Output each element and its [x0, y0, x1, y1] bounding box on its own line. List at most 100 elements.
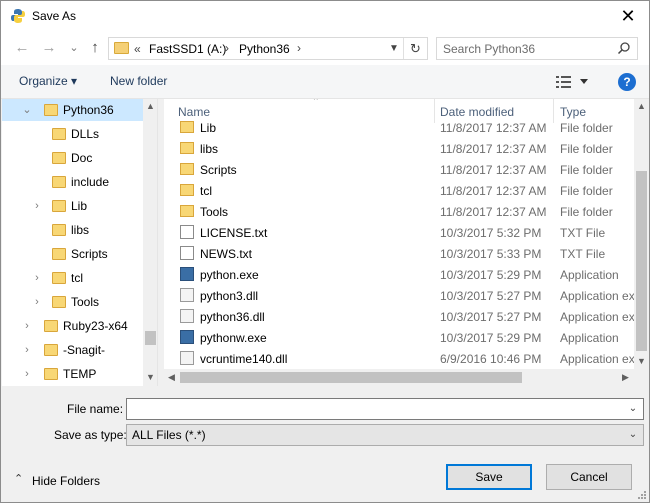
- tree-item[interactable]: › -Snagit-: [2, 339, 143, 361]
- resize-grip-icon[interactable]: [637, 490, 647, 500]
- chevron-right-icon[interactable]: ›: [31, 295, 43, 309]
- file-date-modified: 10/3/2017 5:27 PM: [440, 310, 542, 324]
- folder-icon: [52, 200, 66, 212]
- application-icon: [180, 330, 194, 344]
- file-row[interactable]: vcruntime140.dll 6/9/2016 10:46 PM Applica…: [164, 348, 634, 369]
- file-date-modified: 10/3/2017 5:29 PM: [440, 268, 542, 282]
- chevron-right-icon[interactable]: ›: [21, 319, 33, 333]
- chevron-right-icon[interactable]: [31, 127, 43, 141]
- tree-item-label: Tools: [71, 295, 100, 309]
- chevron-down-icon[interactable]: ⌄: [21, 103, 33, 117]
- filename-input[interactable]: [130, 401, 620, 417]
- chevron-right-icon[interactable]: ›: [21, 367, 33, 381]
- scrollbar-thumb[interactable]: [636, 171, 647, 351]
- folder-icon: [52, 224, 66, 236]
- tree-item-label: TEMP: [63, 367, 97, 381]
- chevron-down-icon[interactable]: ⌄: [626, 428, 640, 442]
- chevron-right-icon[interactable]: [31, 175, 43, 189]
- file-name: Tools: [200, 205, 229, 219]
- tree-item[interactable]: › Tools: [2, 291, 143, 313]
- tree-item[interactable]: include: [2, 171, 143, 193]
- back-button[interactable]: ←: [12, 38, 32, 58]
- file-row[interactable]: LICENSE.txt 10/3/2017 5:32 PM TXT File: [164, 222, 634, 243]
- up-button[interactable]: ↑: [85, 38, 105, 58]
- save-button[interactable]: Save: [446, 464, 532, 490]
- file-type: File folder: [560, 142, 613, 156]
- scroll-up-arrow[interactable]: ▲: [634, 99, 649, 114]
- hide-folders-button[interactable]: ⌃ Hide Folders: [12, 472, 112, 490]
- new-folder-button[interactable]: New folder: [110, 74, 167, 88]
- navigation-pane[interactable]: ⌄ Python36 DLLs Doc include › Lib libs Scripts › t…: [2, 99, 158, 386]
- tree-item[interactable]: › Ruby23-x64: [2, 315, 143, 337]
- chevron-down-icon[interactable]: ⌄: [626, 402, 640, 416]
- breadcrumb-overflow[interactable]: «: [134, 42, 141, 56]
- folder-icon: [52, 152, 66, 164]
- folder-icon: [44, 320, 58, 332]
- file-row[interactable]: python36.dll 10/3/2017 5:27 PM Application…: [164, 306, 634, 327]
- breadcrumb-folder[interactable]: Python36: [239, 42, 290, 56]
- search-input[interactable]: [443, 40, 613, 57]
- navigation-pane-scrollbar[interactable]: ▲ ▼: [143, 99, 157, 386]
- file-type: Application ex: [560, 310, 634, 324]
- cancel-button[interactable]: Cancel: [546, 464, 632, 490]
- tree-item[interactable]: › Lib: [2, 195, 143, 217]
- chevron-right-icon[interactable]: ›: [31, 199, 43, 213]
- file-row[interactable]: python.exe 10/3/2017 5:29 PM Application: [164, 264, 634, 285]
- breadcrumb-separator[interactable]: ›: [225, 41, 229, 55]
- chevron-right-icon[interactable]: ›: [31, 271, 43, 285]
- help-icon[interactable]: ?: [618, 73, 636, 91]
- refresh-icon[interactable]: ↻: [403, 38, 427, 59]
- chevron-right-icon[interactable]: [31, 247, 43, 261]
- tree-item[interactable]: › tcl: [2, 267, 143, 289]
- breadcrumb-separator[interactable]: ›: [297, 41, 301, 55]
- file-row[interactable]: Scripts 11/8/2017 12:37 AM File folder: [164, 159, 634, 180]
- file-row[interactable]: libs 11/8/2017 12:37 AM File folder: [164, 138, 634, 159]
- close-button[interactable]: ✕: [613, 3, 643, 29]
- tree-item[interactable]: Scripts: [2, 243, 143, 265]
- file-list[interactable]: ⌃ Name Date modified Type Lib 11/8/2017 1…: [164, 99, 649, 386]
- scroll-left-arrow[interactable]: ◀: [164, 370, 179, 385]
- tree-item[interactable]: › TEMP: [2, 363, 143, 385]
- scroll-up-arrow[interactable]: ▲: [143, 99, 157, 114]
- file-row[interactable]: NEWS.txt 10/3/2017 5:33 PM TXT File: [164, 243, 634, 264]
- savetype-label: Save as type:: [54, 428, 127, 442]
- address-bar[interactable]: « FastSSD1 (A:) › Python36 › ▼ ↻: [108, 37, 428, 60]
- scroll-right-arrow[interactable]: ▶: [618, 370, 633, 385]
- chevron-right-icon[interactable]: ›: [21, 343, 33, 357]
- recent-locations-button[interactable]: ⌄: [64, 38, 84, 58]
- folder-icon: [52, 248, 66, 260]
- chevron-right-icon[interactable]: [31, 151, 43, 165]
- file-row[interactable]: Lib 11/8/2017 12:37 AM File folder: [164, 117, 634, 138]
- file-name: python36.dll: [200, 310, 265, 324]
- file-list-vertical-scrollbar[interactable]: ▲ ▼: [634, 99, 649, 386]
- file-row[interactable]: tcl 11/8/2017 12:37 AM File folder: [164, 180, 634, 201]
- address-dropdown-icon[interactable]: ▼: [385, 38, 403, 59]
- scroll-down-arrow[interactable]: ▼: [143, 370, 157, 385]
- file-type: Application: [560, 331, 619, 345]
- file-row[interactable]: pythonw.exe 10/3/2017 5:29 PM Application: [164, 327, 634, 348]
- file-type: Application: [560, 268, 619, 282]
- file-name: python.exe: [200, 268, 259, 282]
- tree-item[interactable]: ⌄ Python36: [2, 99, 143, 121]
- forward-button[interactable]: →: [39, 38, 59, 58]
- breadcrumb-drive[interactable]: FastSSD1 (A:): [149, 42, 226, 56]
- organize-button[interactable]: Organize ▾: [19, 74, 77, 88]
- chevron-up-icon: ⌃: [14, 473, 24, 485]
- tree-item[interactable]: Doc: [2, 147, 143, 169]
- change-view-icon[interactable]: [556, 73, 594, 91]
- search-box[interactable]: [436, 37, 638, 60]
- scrollbar-thumb[interactable]: [180, 372, 522, 383]
- tree-item[interactable]: DLLs: [2, 123, 143, 145]
- file-row[interactable]: Tools 11/8/2017 12:37 AM File folder: [164, 201, 634, 222]
- filename-combobox[interactable]: ⌄: [126, 398, 644, 420]
- dll-file-icon: [180, 351, 194, 365]
- file-list-horizontal-scrollbar[interactable]: ◀ ▶: [164, 369, 634, 386]
- savetype-select[interactable]: ALL Files (*.*) ⌄: [126, 424, 644, 446]
- file-row[interactable]: python3.dll 10/3/2017 5:27 PM Application …: [164, 285, 634, 306]
- scroll-down-arrow[interactable]: ▼: [634, 354, 649, 369]
- sort-ascending-icon: ⌃: [312, 99, 320, 106]
- search-icon[interactable]: [617, 41, 631, 55]
- scrollbar-thumb[interactable]: [145, 331, 156, 345]
- chevron-right-icon[interactable]: [31, 223, 43, 237]
- tree-item[interactable]: libs: [2, 219, 143, 241]
